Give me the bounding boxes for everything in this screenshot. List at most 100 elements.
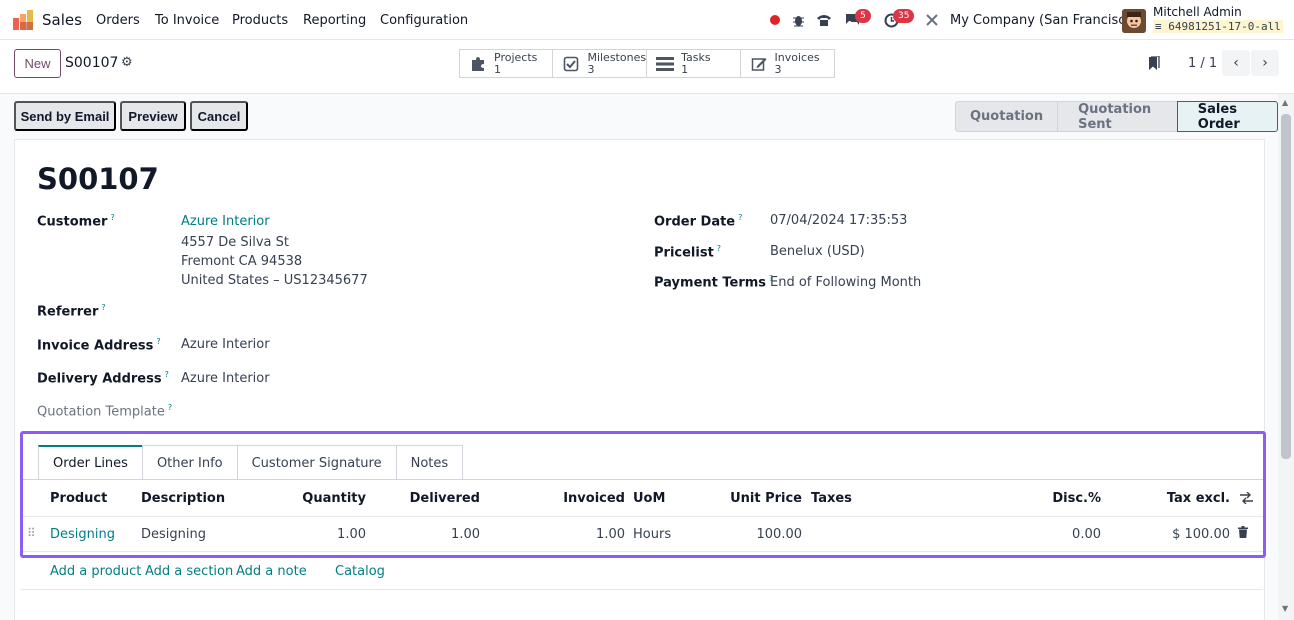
payment-terms-field[interactable]: End of Following Month — [770, 275, 921, 290]
stage-sales-order[interactable]: Sales Order — [1176, 101, 1278, 132]
col-delivered[interactable]: Delivered — [405, 491, 480, 506]
tabs-divider — [21, 479, 1263, 480]
page-title: S00107 — [37, 162, 159, 196]
edit-icon — [749, 55, 769, 73]
scroll-down-icon[interactable]: ▼ — [1282, 604, 1288, 613]
debug-icon[interactable] — [788, 10, 808, 30]
stage-quotation[interactable]: Quotation — [955, 101, 1059, 132]
bookmark-icon[interactable] — [1148, 55, 1160, 75]
invoices-smart-button[interactable]: Invoices 3 — [741, 50, 834, 77]
pricelist-label: Pricelist? — [654, 244, 722, 261]
row-description[interactable]: Designing — [141, 527, 206, 542]
tools-icon[interactable] — [922, 10, 942, 30]
invoices-count: 3 — [774, 62, 782, 76]
catalog-link[interactable]: Catalog — [335, 564, 385, 579]
notebook-tabs: Order Lines Other Info Customer Signatur… — [38, 445, 464, 480]
add-note-link[interactable]: Add a note — [236, 564, 307, 579]
page-scrollbar[interactable]: ▲ ▼ — [1278, 94, 1294, 620]
col-uom[interactable]: UoM — [633, 491, 665, 506]
stage-quotation-sent[interactable]: Quotation Sent — [1057, 101, 1178, 132]
drag-handle-icon[interactable]: ⠿ — [27, 526, 36, 540]
app-name[interactable]: Sales — [42, 11, 82, 29]
menu-reporting[interactable]: Reporting — [303, 13, 366, 28]
breadcrumb-record: S00107 — [65, 55, 119, 71]
pager-next-button[interactable]: › — [1251, 50, 1279, 76]
add-section-link[interactable]: Add a section — [145, 564, 233, 579]
scroll-up-icon[interactable]: ▲ — [1282, 98, 1288, 107]
cancel-button[interactable]: Cancel — [190, 101, 248, 131]
menu-orders[interactable]: Orders — [96, 13, 140, 28]
tasks-count: 1 — [681, 62, 689, 76]
control-panel: New S00107 ⚙ Projects 1 Milestones 3 Tasks… — [0, 40, 1294, 94]
puzzle-icon — [468, 55, 488, 73]
customer-address-line3: United States – US12345677 — [181, 273, 368, 288]
trash-icon[interactable] — [1238, 526, 1248, 541]
menu-configuration[interactable]: Configuration — [380, 13, 468, 28]
col-unit-price[interactable]: Unit Price — [715, 491, 802, 506]
new-button[interactable]: New — [14, 49, 61, 78]
database-name: ≡ 64981251-17-0-all — [1153, 20, 1283, 33]
col-quantity[interactable]: Quantity — [295, 491, 366, 506]
row-unit-price[interactable]: 100.00 — [715, 527, 803, 542]
column-options-icon[interactable] — [1240, 491, 1253, 508]
tasks-smart-button[interactable]: Tasks 1 — [647, 50, 741, 77]
customer-address-line2: Fremont CA 94538 — [181, 254, 303, 269]
gear-icon[interactable]: ⚙ — [121, 55, 133, 70]
projects-smart-button[interactable]: Projects 1 — [460, 50, 554, 77]
header-divider — [21, 516, 1263, 517]
send-by-email-button[interactable]: Send by Email — [14, 101, 116, 131]
row-discount[interactable]: 0.00 — [1015, 527, 1101, 542]
col-invoiced[interactable]: Invoiced — [545, 491, 625, 506]
row-subtotal: $ 100.00 — [1172, 527, 1230, 542]
quotation-template-label: Quotation Template? — [37, 403, 173, 420]
activity-count-badge: 35 — [893, 9, 915, 23]
company-switcher[interactable]: My Company (San Francisco) — [950, 13, 1138, 28]
row-uom[interactable]: Hours — [633, 527, 671, 542]
user-name[interactable]: Mitchell Admin — [1153, 5, 1242, 19]
row-delivered[interactable]: 1.00 — [405, 527, 480, 542]
recording-icon[interactable] — [765, 10, 785, 30]
invoices-label: Invoices — [774, 50, 820, 64]
tab-other-info[interactable]: Other Info — [141, 445, 238, 480]
order-date-label: Order Date? — [654, 213, 743, 230]
delivery-address-label: Delivery Address? — [37, 370, 169, 387]
sales-app-icon[interactable] — [13, 10, 35, 30]
projects-count: 1 — [494, 62, 501, 76]
form-view: Send by Email Preview Cancel Quotation Q… — [0, 94, 1278, 620]
col-product[interactable]: Product — [50, 491, 107, 506]
preview-button[interactable]: Preview — [120, 101, 186, 131]
row-quantity[interactable]: 1.00 — [295, 527, 366, 542]
milestones-count: 3 — [587, 62, 595, 76]
customer-address-line1: 4557 De Silva St — [181, 235, 289, 250]
col-discount[interactable]: Disc.% — [1015, 491, 1101, 506]
phone-icon[interactable] — [814, 10, 834, 30]
chevron-left-icon: ‹ — [1233, 55, 1239, 71]
referrer-label: Referrer? — [37, 303, 106, 320]
database-name-text: 64981251-17-0-all — [1168, 20, 1281, 33]
menu-products[interactable]: Products — [232, 13, 288, 28]
customer-field[interactable]: Azure Interior — [181, 214, 270, 229]
milestones-smart-button[interactable]: Milestones 3 — [553, 50, 648, 77]
pager-previous-button[interactable]: ‹ — [1222, 50, 1250, 76]
invoice-address-field[interactable]: Azure Interior — [181, 337, 270, 352]
user-avatar[interactable] — [1122, 9, 1146, 33]
tab-order-lines[interactable]: Order Lines — [38, 445, 143, 480]
delivery-address-field[interactable]: Azure Interior — [181, 371, 270, 386]
add-product-link[interactable]: Add a product — [50, 564, 141, 579]
order-date-field[interactable]: 07/04/2024 17:35:53 — [770, 213, 907, 228]
row-product[interactable]: Designing — [50, 527, 115, 542]
menu-to-invoice[interactable]: To Invoice — [155, 13, 219, 28]
database-icon: ≡ — [1155, 20, 1169, 33]
chat-count-badge: 5 — [855, 9, 871, 23]
col-description[interactable]: Description — [141, 491, 225, 506]
tab-notes[interactable]: Notes — [395, 445, 464, 480]
top-navbar: Sales Orders To Invoice Products Reporti… — [0, 0, 1294, 40]
pricelist-field[interactable]: Benelux (USD) — [770, 244, 865, 259]
scroll-thumb[interactable] — [1281, 114, 1291, 459]
check-square-icon — [561, 55, 581, 73]
col-tax-excl[interactable]: Tax excl. — [1135, 491, 1230, 506]
tab-customer-signature[interactable]: Customer Signature — [236, 445, 397, 480]
pager-value[interactable]: 1 / 1 — [1188, 56, 1217, 71]
col-taxes[interactable]: Taxes — [811, 491, 852, 506]
tasks-icon — [655, 55, 675, 73]
